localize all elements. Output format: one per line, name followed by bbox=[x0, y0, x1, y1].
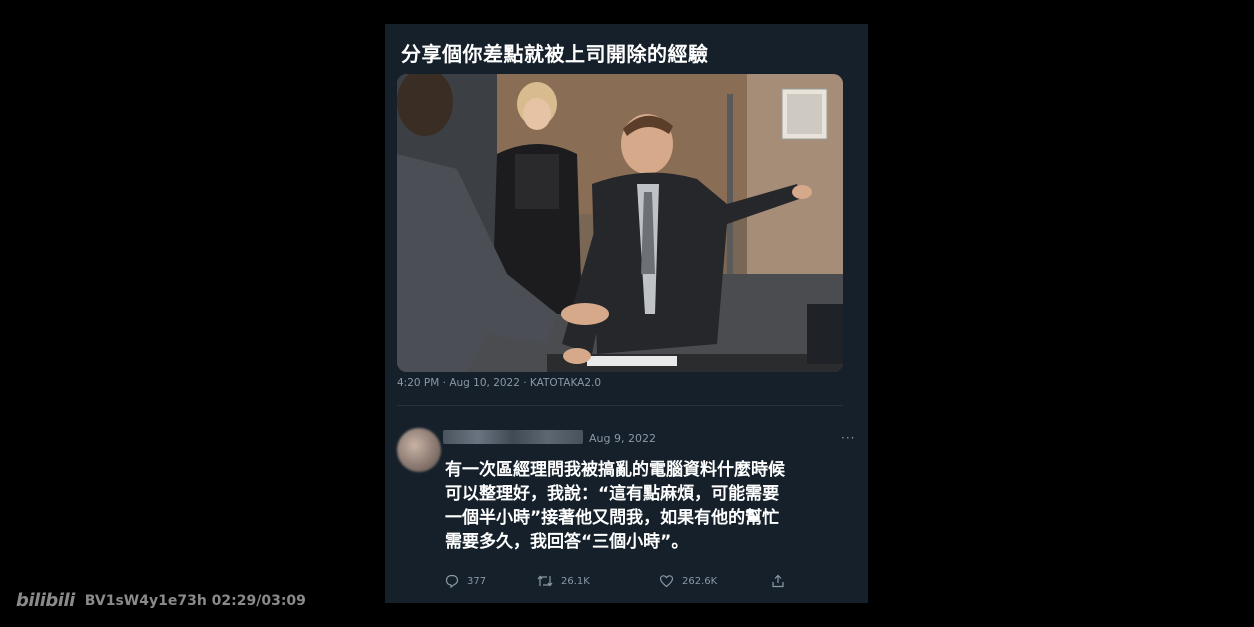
more-options-icon[interactable]: ··· bbox=[841, 431, 855, 445]
reply-date[interactable]: Aug 9, 2022 bbox=[589, 432, 656, 445]
video-watermark: bilibili BV1sW4y1e73h 02:29/03:09 bbox=[16, 590, 306, 611]
post-image[interactable] bbox=[397, 74, 843, 372]
divider bbox=[397, 405, 843, 406]
share-icon bbox=[772, 574, 784, 588]
reply-line: 一個半小時”接著他又問我，如果有他的幫忙 bbox=[445, 508, 780, 528]
bilibili-logo: bilibili bbox=[16, 590, 75, 611]
tweet-actions: 377 26.1K 262.6K bbox=[445, 574, 805, 592]
tweet-card: 分享個你差點就被上司開除的經驗 4:20 PM · Aug 10, 2022 ·… bbox=[385, 24, 868, 603]
heart-icon bbox=[659, 575, 674, 588]
reply-line: 可以整理好，我說：“這有點麻煩，可能需要 bbox=[445, 484, 780, 504]
retweet-count: 26.1K bbox=[561, 575, 590, 587]
avatar[interactable] bbox=[397, 428, 441, 472]
retweet-icon bbox=[537, 575, 553, 587]
retweet-button[interactable]: 26.1K bbox=[537, 574, 590, 588]
share-button[interactable] bbox=[771, 574, 785, 588]
reply-line: 有一次區經理問我被搞亂的電腦資料什麼時候 bbox=[445, 460, 785, 480]
video-info: BV1sW4y1e73h 02:29/03:09 bbox=[84, 592, 306, 609]
blurred-username[interactable] bbox=[443, 430, 583, 444]
post-timestamp: 4:20 PM · Aug 10, 2022 · KATOTAKA2.0 bbox=[397, 377, 602, 389]
reply-icon bbox=[445, 574, 459, 588]
reply-line: 需要多久，我回答“三個小時”。 bbox=[445, 532, 689, 552]
office-scene-illustration bbox=[397, 74, 843, 372]
reply-text: 有一次區經理問我被搞亂的電腦資料什麼時候 可以整理好，我說：“這有點麻煩，可能需… bbox=[445, 458, 865, 554]
post-title: 分享個你差點就被上司開除的經驗 bbox=[401, 42, 709, 66]
reply-button[interactable]: 377 bbox=[445, 574, 486, 588]
reply-count: 377 bbox=[467, 575, 487, 587]
like-count: 262.6K bbox=[682, 575, 718, 587]
like-button[interactable]: 262.6K bbox=[659, 574, 717, 588]
